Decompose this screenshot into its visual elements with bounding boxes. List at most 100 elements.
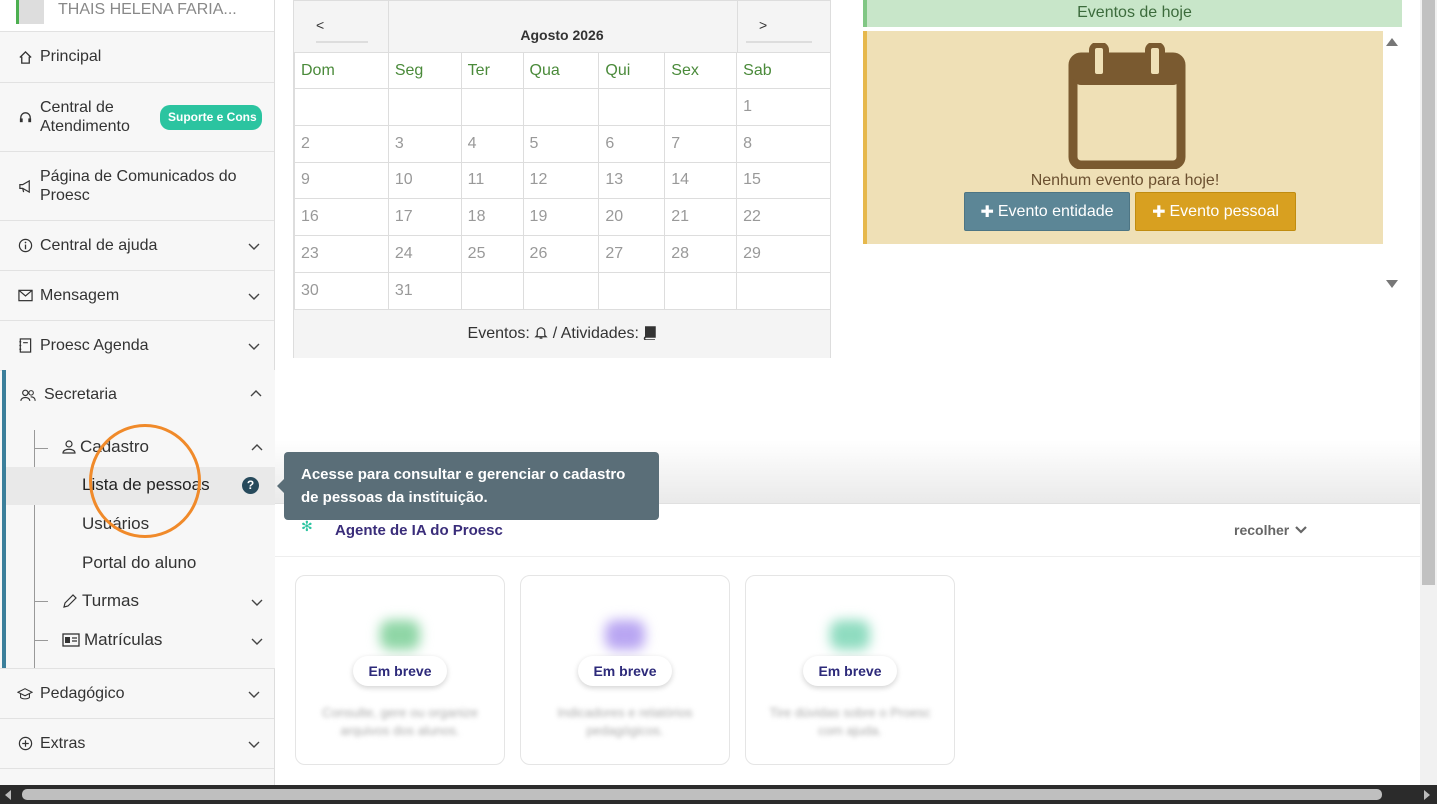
sidebar-item-extras[interactable]: Extras (0, 719, 274, 769)
feature-icon (380, 620, 420, 650)
collapse-button[interactable]: recolher (1234, 522, 1308, 538)
legend-events-label: Eventos: (467, 325, 530, 342)
chevron-up-icon[interactable] (251, 442, 263, 454)
coming-soon-badge: Em breve (353, 656, 447, 686)
tree-branch (34, 640, 48, 641)
user-row[interactable]: THAIS HELENA FARIA... (0, 0, 274, 32)
horizontal-scrollbar[interactable] (0, 785, 1437, 804)
plus-icon: ✚ (1152, 203, 1166, 221)
calendar-day-cell[interactable]: 9 (294, 161, 389, 200)
calendar-day-cell[interactable]: 21 (664, 198, 738, 237)
calendar-day-cell[interactable]: 15 (736, 161, 831, 200)
calendar-day-cell[interactable]: 30 (294, 271, 389, 310)
calendar-day-cell[interactable]: 6 (598, 124, 666, 163)
next-month-button[interactable]: > (759, 17, 767, 33)
calendar-day-cell[interactable]: 4 (460, 124, 524, 163)
sidebar-bottom: Pedagógico Extras (0, 668, 275, 785)
sidebar-item-label: Principal (40, 48, 102, 65)
chevron-down-icon[interactable] (251, 596, 263, 608)
sidebar-item-portal-aluno[interactable]: Portal do aluno (82, 553, 196, 573)
calendar-day-cell[interactable]: 26 (522, 235, 600, 273)
sidebar-item-pedagogico[interactable]: Pedagógico (0, 669, 274, 719)
ai-feature-card[interactable]: Em breve Indicadores e relatórios pedagó… (520, 575, 730, 765)
bell-icon (534, 327, 548, 339)
calendar-day-cell[interactable]: 8 (736, 124, 831, 163)
calendar-day-cell[interactable]: 3 (387, 124, 462, 163)
chevron-down-icon[interactable] (251, 635, 263, 647)
calendar-day-cell[interactable]: 20 (598, 198, 666, 237)
calendar-day-cell[interactable]: 27 (598, 235, 666, 273)
calendar-day-cell[interactable]: 10 (387, 161, 462, 200)
calendar-day-cell[interactable]: 28 (664, 235, 738, 273)
calendar-day-cell[interactable] (598, 271, 666, 310)
feature-icon (830, 620, 870, 650)
calendar-day-cell[interactable] (460, 88, 524, 126)
calendar-day-cell[interactable] (664, 271, 738, 310)
calendar-day-cell[interactable] (294, 88, 389, 126)
calendar-day-cell[interactable]: 23 (294, 235, 389, 273)
calendar-day-cell[interactable] (522, 271, 600, 310)
info-icon (16, 238, 34, 253)
ai-feature-card[interactable]: Em breve Tire dúvidas sobre o Proesc com… (745, 575, 955, 765)
label-line-2: Proesc (40, 187, 90, 204)
chevron-down-icon (248, 343, 260, 350)
sidebar-item-turmas[interactable]: Turmas (62, 591, 139, 611)
calendar-day-cell[interactable]: 18 (460, 198, 524, 237)
help-icon[interactable]: ? (242, 477, 259, 494)
calendar-day-cell[interactable] (598, 88, 666, 126)
sidebar-item-comunicados[interactable]: Página de Comunicados do Proesc (0, 152, 274, 221)
ai-feature-card[interactable]: Em breve Consulte, gere ou organize arqu… (295, 575, 505, 765)
chevron-down-icon (1295, 526, 1308, 534)
add-personal-event-button[interactable]: ✚ Evento pessoal (1135, 192, 1296, 231)
sidebar-item-secretaria[interactable]: Secretaria (20, 386, 117, 404)
calendar-day-cell[interactable]: 19 (522, 198, 600, 237)
coming-soon-badge: Em breve (803, 656, 897, 686)
calendar-day-cell[interactable] (522, 88, 600, 126)
sidebar-item-principal[interactable]: Principal (0, 32, 274, 83)
calendar-day-cell[interactable] (460, 271, 524, 310)
calendar-day-cell[interactable]: 31 (387, 271, 462, 310)
calendar-day-cell[interactable]: 5 (522, 124, 600, 163)
tooltip: Acesse para consultar e gerenciar o cada… (284, 452, 659, 520)
calendar-day-cell[interactable]: 17 (387, 198, 462, 237)
scrollbar-thumb[interactable] (1422, 0, 1435, 585)
sidebar-item-central-ajuda[interactable]: Central de ajuda (0, 221, 274, 271)
support-badge[interactable]: Suporte e Cons (160, 104, 262, 130)
calendar-day-cell[interactable]: 7 (664, 124, 738, 163)
calendar-grid: Dom Seg Ter Qua Qui Sex Sab 1 2 3 4 5 6 7 8 9 10 1… (294, 52, 831, 310)
sidebar-item-agenda[interactable]: Proesc Agenda (0, 321, 274, 371)
add-entity-event-button[interactable]: ✚ Evento entidade (964, 192, 1130, 231)
agenda-icon (16, 338, 34, 353)
calendar-day-cell[interactable]: 2 (294, 124, 389, 163)
sidebar-item-label: Extras (40, 734, 86, 752)
calendar-day-cell[interactable]: 13 (598, 161, 666, 200)
tree-branch (34, 601, 48, 602)
calendar-day-cell[interactable]: 11 (460, 161, 524, 200)
chevron-up-icon[interactable] (250, 388, 262, 400)
events-scroll-down-icon[interactable] (1386, 280, 1398, 288)
calendar-day-cell[interactable] (387, 88, 462, 126)
calendar-day-cell[interactable] (664, 88, 738, 126)
calendar-day-cell[interactable] (736, 271, 831, 310)
calendar-day-cell[interactable]: 14 (664, 161, 738, 200)
megaphone-icon (16, 179, 34, 194)
calendar-day-cell[interactable]: 12 (522, 161, 600, 200)
sidebar-item-central-atendimento[interactable]: Central de Atendimento Suporte e Cons (0, 83, 274, 152)
pencil-icon (62, 593, 78, 609)
calendar-day-cell[interactable]: 24 (387, 235, 462, 273)
sidebar-item-label: Secretaria (44, 386, 117, 403)
calendar-day-cell[interactable]: 22 (736, 198, 831, 237)
scroll-right-icon[interactable] (1424, 790, 1430, 800)
sidebar-item-matriculas[interactable]: Matrículas (62, 630, 162, 650)
calendar-day-cell[interactable]: 16 (294, 198, 389, 237)
scroll-left-icon[interactable] (5, 790, 11, 800)
collapse-label: recolher (1234, 522, 1290, 538)
events-scroll-up-icon[interactable] (1386, 38, 1398, 46)
calendar-day-cell[interactable]: 25 (460, 235, 524, 273)
vertical-scrollbar[interactable] (1420, 0, 1437, 785)
sidebar-item-mensagem[interactable]: Mensagem (0, 271, 274, 321)
calendar-day-cell[interactable]: 29 (736, 235, 831, 273)
calendar-week-row: 16 17 18 19 20 21 22 (294, 198, 831, 237)
scrollbar-thumb[interactable] (22, 789, 1382, 800)
calendar-day-cell[interactable]: 1 (736, 88, 831, 126)
